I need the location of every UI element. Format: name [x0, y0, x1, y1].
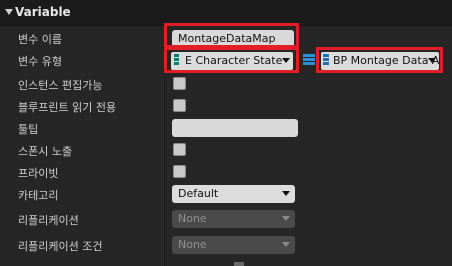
- private-checkbox[interactable]: [173, 165, 186, 178]
- chevron-down-icon: [282, 191, 290, 196]
- row-instance-editable: 인스턴스 편집가능: [0, 73, 452, 95]
- expose-on-spawn-checkbox[interactable]: [173, 143, 186, 156]
- replication-condition-value: None: [178, 238, 207, 251]
- replication-condition-label: 리플리케이션 조건: [18, 240, 103, 253]
- tooltip-label: 툴팁: [18, 123, 39, 136]
- row-blueprint-readonly: 블루프린트 읽기 전용: [0, 95, 452, 117]
- blueprint-readonly-checkbox[interactable]: [173, 99, 186, 112]
- row-private: 프라이빗: [0, 161, 452, 183]
- category-label: 카테고리: [18, 189, 59, 202]
- replication-value: None: [178, 212, 207, 225]
- replication-dropdown[interactable]: None: [172, 210, 295, 228]
- resize-grip[interactable]: [234, 262, 244, 266]
- highlight-box-name: [164, 23, 299, 48]
- blueprint-readonly-label: 블루프린트 읽기 전용: [18, 101, 117, 114]
- section-title: Variable: [15, 5, 71, 19]
- variable-type-label: 변수 유형: [18, 55, 62, 68]
- collapse-arrow-icon[interactable]: [5, 9, 13, 15]
- category-combobox[interactable]: Default: [172, 185, 295, 203]
- tooltip-input[interactable]: [172, 119, 298, 137]
- row-expose-on-spawn: 스폰시 노출: [0, 139, 452, 161]
- expose-on-spawn-label: 스폰시 노출: [18, 145, 73, 158]
- replication-label: 리플리케이션: [18, 214, 79, 227]
- chevron-down-icon: [282, 242, 290, 247]
- map-container-icon[interactable]: [303, 54, 315, 68]
- private-label: 프라이빗: [18, 167, 59, 180]
- instance-editable-checkbox[interactable]: [173, 77, 186, 90]
- highlight-box-value-type: [316, 47, 443, 73]
- details-panel: Variable 변수 이름 MontageDataMap 변수 유형 E Ch…: [0, 0, 452, 266]
- chevron-down-icon: [282, 216, 290, 221]
- category-value: Default: [178, 187, 219, 200]
- highlight-box-key-type: [164, 47, 299, 73]
- instance-editable-label: 인스턴스 편집가능: [18, 79, 103, 92]
- replication-condition-dropdown[interactable]: None: [172, 236, 295, 254]
- variable-name-label: 변수 이름: [18, 33, 62, 46]
